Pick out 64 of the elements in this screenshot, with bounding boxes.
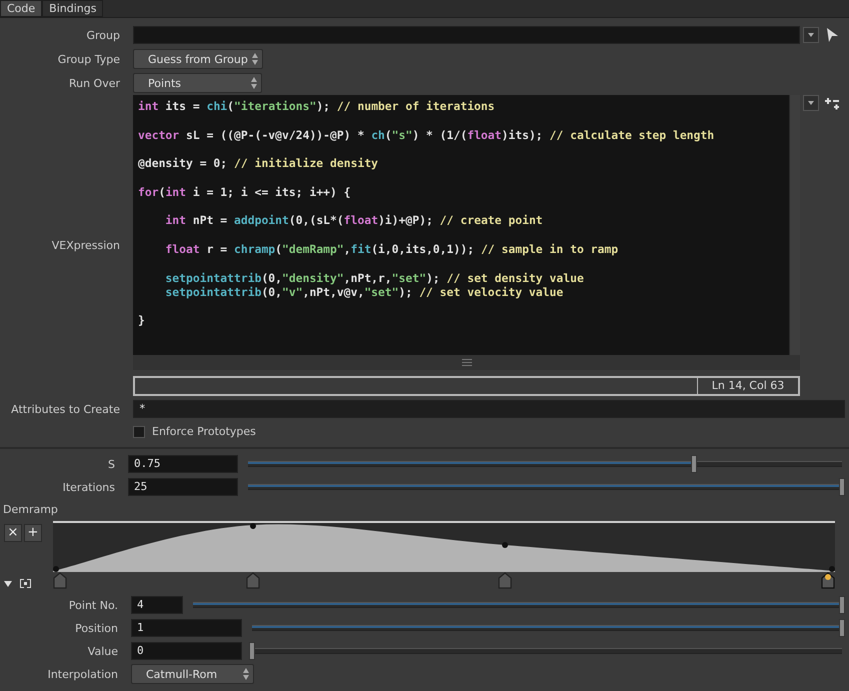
pointer-arrow-icon[interactable] <box>824 27 840 43</box>
field-label: Attributes to Create <box>10 402 120 416</box>
field-label: Interpolation <box>46 668 118 680</box>
collapse-triangle-icon[interactable] <box>4 580 12 586</box>
slider-thumb[interactable] <box>690 455 696 473</box>
plus-minus-icon[interactable] <box>824 95 840 111</box>
tab[interactable]: Code <box>0 0 42 17</box>
cursor-position: Ln 14, Col 63 <box>697 378 798 394</box>
slider-thumb[interactable] <box>839 619 845 637</box>
field-label: Run Over <box>68 76 120 90</box>
input-field[interactable]: 0.75 <box>128 455 238 473</box>
field-label: Position <box>74 622 118 634</box>
up-down-arrows-icon <box>243 668 249 680</box>
input-field[interactable] <box>133 26 800 44</box>
tab[interactable]: Bindings <box>42 0 104 17</box>
dropdown-button[interactable]: Catmull-Rom <box>131 664 254 684</box>
ramp-key[interactable] <box>821 572 835 589</box>
field-label: Iterations <box>62 480 115 494</box>
code-line: for(int i = 1; i <= its; i++) { <box>138 184 352 200</box>
code-line: int nPt = addpoint(0,(sL*(float)i)+@P); // create point <box>164 213 544 228</box>
ramp-curve-drawing[interactable] <box>53 521 835 572</box>
field-label: Value <box>86 644 118 658</box>
field-label: Point No. <box>68 598 118 612</box>
code-line: } <box>138 313 146 328</box>
caret-icon <box>808 33 814 37</box>
slider-thumb[interactable] <box>839 596 845 614</box>
code-line: @density = 0; // initialize density <box>138 156 380 170</box>
section-label: Demramp <box>3 503 58 516</box>
input-field[interactable]: 0 <box>131 642 242 660</box>
slider-thumb[interactable] <box>249 642 255 660</box>
checkbox-label: Enforce Prototypes <box>152 425 256 438</box>
input-field[interactable]: * <box>133 400 845 418</box>
vertical-scrollbar[interactable] <box>789 95 800 355</box>
input-field[interactable]: 4 <box>131 596 183 614</box>
frame-icon[interactable] <box>20 579 31 588</box>
dropdown-button[interactable] <box>803 27 819 43</box>
checkbox[interactable] <box>133 426 145 438</box>
input-field[interactable]: 1 <box>131 619 242 637</box>
field-label: S <box>107 458 115 470</box>
dropdown-button[interactable] <box>803 95 819 111</box>
grip-icon[interactable] <box>462 358 472 366</box>
field-label: VEXpression <box>50 239 120 252</box>
field-label: Group Type <box>56 52 120 66</box>
slider[interactable] <box>248 478 842 496</box>
input-field[interactable]: 25 <box>128 478 238 496</box>
caret-icon <box>808 101 814 105</box>
slider[interactable] <box>193 596 842 614</box>
dropdown-button[interactable]: Points <box>133 73 262 93</box>
up-down-arrows-icon <box>252 53 258 65</box>
slider-thumb[interactable] <box>839 478 845 496</box>
up-down-arrows-icon <box>251 77 257 89</box>
field-label: Group <box>86 28 120 42</box>
slider[interactable] <box>252 642 842 660</box>
ramp-button[interactable]: + <box>24 524 42 542</box>
dropdown-button[interactable]: Guess from Group <box>133 49 263 69</box>
slider[interactable] <box>248 455 842 473</box>
code-line: int its = chi("iterations"); // number of iterations <box>138 99 496 114</box>
code-line: vector sL = ((@P-(-v@v/24))-@P) * ch("s") * (1/(float)its); // calculate step length <box>138 128 716 142</box>
code-line: float r = chramp("demRamp",fit(i,0,its,0,1)); // sample in to ramp <box>164 242 620 256</box>
code-editor[interactable] <box>133 95 789 355</box>
ramp-button[interactable]: × <box>4 524 22 542</box>
code-line: setpointattrib(0,"v",nPt,v@v,"set"); // set velocity value <box>164 284 564 300</box>
code-line: setpointattrib(0,"density",nPt,r,"set"); // set density value <box>164 270 585 285</box>
slider[interactable] <box>252 619 842 637</box>
